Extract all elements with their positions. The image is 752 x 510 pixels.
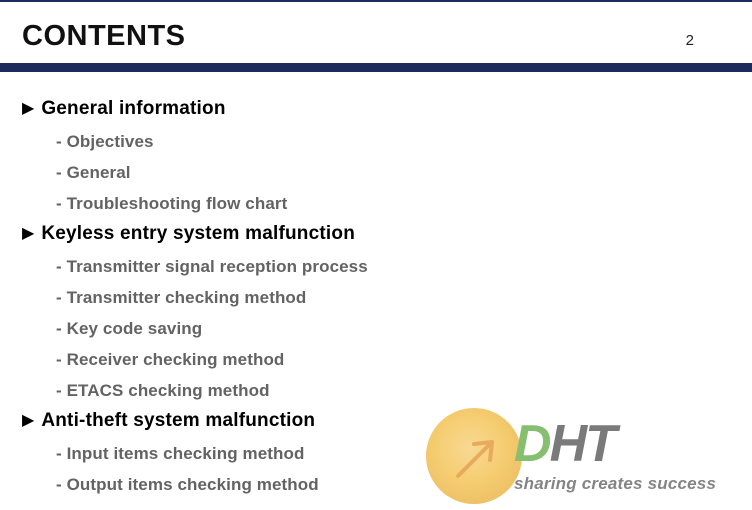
toc-item: General bbox=[56, 157, 730, 188]
triangle-right-icon: ▶ bbox=[22, 101, 34, 117]
toc-section-head: ▶ General information bbox=[22, 98, 730, 120]
toc-item-list: Objectives General Troubleshooting flow … bbox=[22, 126, 730, 219]
page-number: 2 bbox=[686, 32, 730, 49]
toc-section: ▶ Keyless entry system malfunction Trans… bbox=[22, 223, 730, 406]
toc-item: Troubleshooting flow chart bbox=[56, 188, 730, 219]
toc-item: Objectives bbox=[56, 126, 730, 157]
toc-item-list: Transmitter signal reception process Tra… bbox=[22, 251, 730, 406]
toc-item: Transmitter checking method bbox=[56, 282, 730, 313]
toc-section: ▶ General information Objectives General… bbox=[22, 98, 730, 219]
triangle-right-icon: ▶ bbox=[22, 413, 34, 429]
toc-section-title: Anti-theft system malfunction bbox=[41, 410, 315, 432]
contents-body: ▶ General information Objectives General… bbox=[0, 72, 752, 500]
toc-item-list: Input items checking method Output items… bbox=[22, 438, 730, 500]
toc-section-head: ▶ Anti-theft system malfunction bbox=[22, 410, 730, 432]
toc-section-title: Keyless entry system malfunction bbox=[41, 223, 355, 245]
toc-section: ▶ Anti-theft system malfunction Input it… bbox=[22, 410, 730, 500]
toc-item: Input items checking method bbox=[56, 438, 730, 469]
toc-item: ETACS checking method bbox=[56, 375, 730, 406]
toc-item: Receiver checking method bbox=[56, 344, 730, 375]
page-header: CONTENTS 2 bbox=[0, 2, 752, 63]
triangle-right-icon: ▶ bbox=[22, 226, 34, 242]
page-title: CONTENTS bbox=[22, 20, 686, 53]
toc-section-head: ▶ Keyless entry system malfunction bbox=[22, 223, 730, 245]
toc-item: Transmitter signal reception process bbox=[56, 251, 730, 282]
toc-section-title: General information bbox=[41, 98, 225, 120]
toc-item: Key code saving bbox=[56, 313, 730, 344]
toc-item: Output items checking method bbox=[56, 469, 730, 500]
header-underline bbox=[0, 63, 752, 72]
